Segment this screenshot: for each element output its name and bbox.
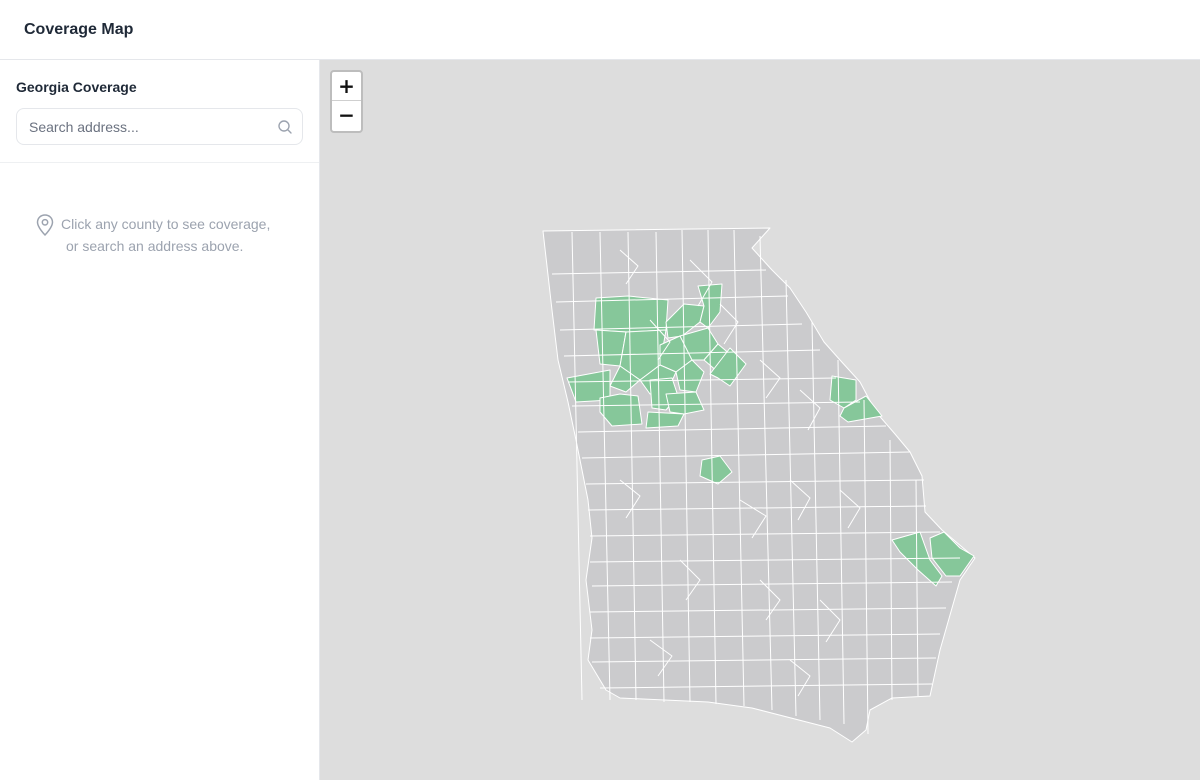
panel-title: Georgia Coverage	[16, 79, 137, 95]
georgia-county-map[interactable]	[320, 60, 1200, 780]
app-title: Coverage Map	[24, 20, 134, 38]
map-view[interactable]: + −	[320, 60, 1200, 780]
map-pin-icon	[36, 214, 54, 237]
address-search-input[interactable]	[17, 109, 302, 144]
zoom-in-button[interactable]: +	[332, 72, 361, 101]
sidebar-header: Georgia Coverage	[0, 60, 319, 163]
sidebar: Georgia Coverage Click any county to see…	[0, 60, 320, 780]
zoom-out-button[interactable]: −	[332, 101, 361, 130]
top-bar: Coverage Map	[0, 0, 1200, 60]
search-icon[interactable]	[277, 119, 293, 135]
county-covered[interactable]	[645, 411, 685, 429]
hint-text-line-1: Click any county to see coverage,	[61, 216, 271, 232]
hint-text-line-2: or search an address above.	[66, 238, 244, 254]
zoom-control: + −	[330, 70, 363, 133]
empty-state-hint: Click any county to see coverage, or sea…	[0, 213, 319, 257]
search-box	[16, 108, 303, 145]
